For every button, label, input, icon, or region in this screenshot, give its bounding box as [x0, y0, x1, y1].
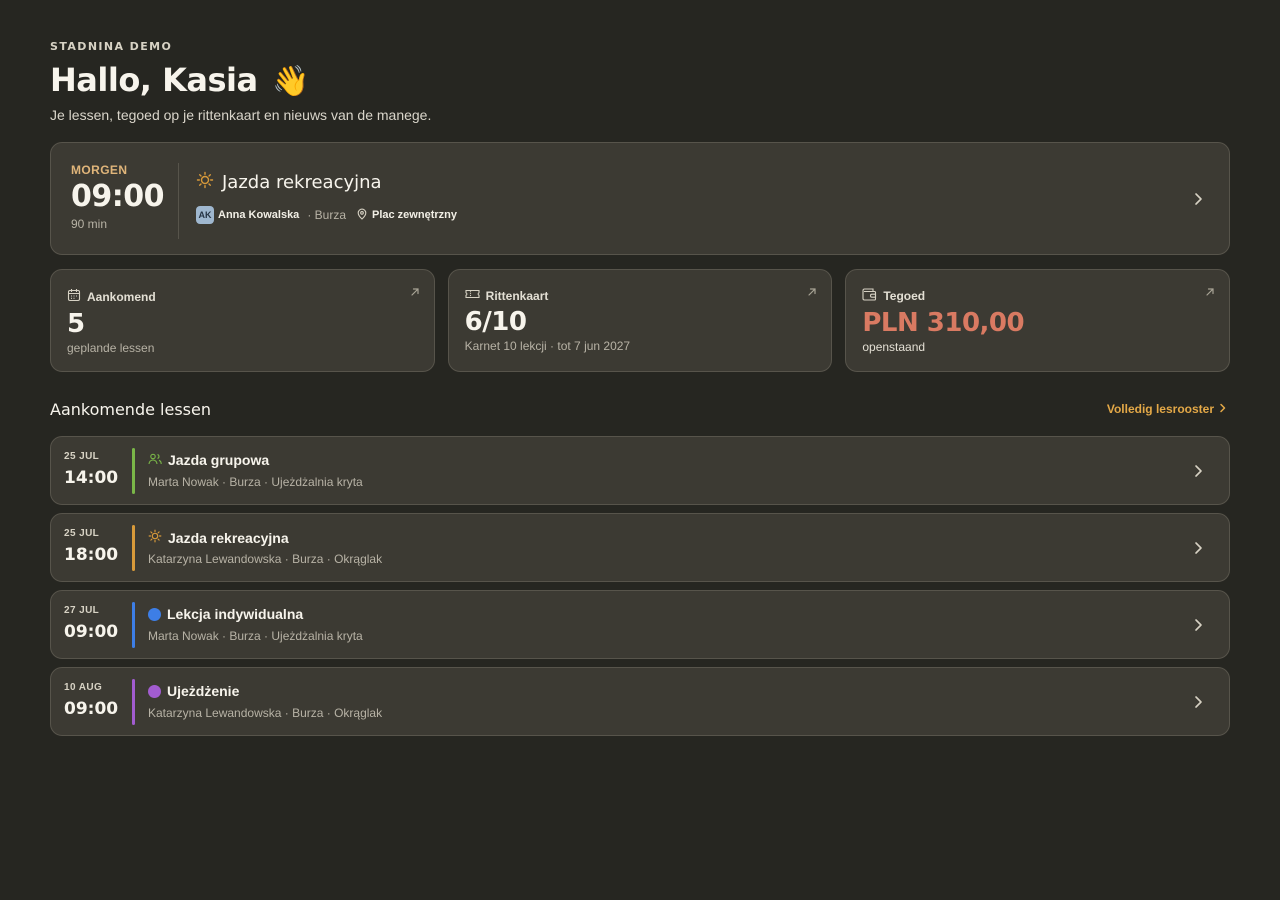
lesson-meta: Katarzyna Lewandowska · Burza · Okrąglak	[148, 706, 383, 720]
arrow-up-right-icon[interactable]	[807, 284, 817, 302]
stat-label: Tegoed	[883, 289, 926, 303]
arrow-up-right-icon[interactable]	[410, 284, 420, 302]
stat-label-row: Rittenkaart	[465, 288, 816, 303]
horse-name: · Burza	[307, 208, 346, 222]
stat-desc: geplande lessen	[67, 341, 155, 355]
stat-value: 6/10	[464, 307, 527, 337]
chevron-right-icon[interactable]	[1191, 192, 1205, 206]
lesson-title-row: Lekcja indywidualna	[148, 606, 303, 622]
sun-icon	[196, 171, 214, 194]
lesson-color-bar	[132, 602, 135, 648]
purple-dot-icon	[148, 684, 161, 698]
lesson-title-row: Ujeżdżenie	[148, 683, 239, 699]
location-name: Plac zewnętrzny	[372, 209, 457, 221]
next-lesson-title: Jazda rekreacyjna	[222, 172, 382, 193]
instructor-name: Anna Kowalska	[218, 209, 300, 221]
chevron-right-icon[interactable]	[1191, 618, 1205, 632]
next-lesson-duration: 90 min	[71, 217, 108, 231]
stat-label: Rittenkaart	[485, 288, 549, 303]
lesson-list: 25 JUL 14:00 Jazda grupowa Marta Nowak ·…	[50, 436, 1230, 744]
lesson-title: Jazda grupowa	[168, 452, 270, 468]
avatar: AK	[196, 206, 214, 224]
list-item[interactable]: 10 AUG 09:00 Ujeżdżenie Katarzyna Lewand…	[50, 667, 1230, 736]
chevron-right-icon[interactable]	[1191, 541, 1205, 555]
chevron-right-icon[interactable]	[1191, 695, 1205, 709]
lesson-color-bar	[132, 448, 135, 494]
lesson-title: Jazda rekreacyjna	[168, 529, 289, 546]
lesson-date: 25 JUL	[64, 528, 100, 539]
list-item[interactable]: 25 JUL 18:00 Jazda rekreacyjna Katarzyna…	[50, 513, 1230, 582]
stat-label-row: Aankomend	[67, 288, 418, 305]
chevron-right-icon	[1219, 402, 1226, 416]
stat-value: 5	[67, 309, 85, 339]
list-item[interactable]: 27 JUL 09:00 Lekcja indywidualna Marta N…	[50, 590, 1230, 659]
list-item[interactable]: 25 JUL 14:00 Jazda grupowa Marta Nowak ·…	[50, 436, 1230, 505]
page-subtitle: Je lessen, tegoed op je rittenkaart en n…	[50, 107, 432, 123]
wave-emoji: 👋	[272, 64, 310, 99]
lesson-title-row: Jazda grupowa	[148, 452, 269, 468]
lesson-time: 09:00	[64, 622, 119, 642]
stat-desc: openstaand	[862, 340, 926, 354]
next-lesson-info: Jazda rekreacyjna AK Anna Kowalska · Bur…	[196, 171, 457, 224]
blue-dot-icon	[148, 607, 161, 621]
dashboard: STADNINA DEMO Hallo, Kasia 👋 Je lessen, …	[50, 40, 1231, 736]
next-lesson-time: 09:00	[71, 179, 165, 214]
page-title: Hallo, Kasia 👋	[50, 59, 1230, 101]
lesson-time: 09:00	[64, 699, 119, 719]
lesson-title: Lekcja indywidualna	[167, 606, 304, 622]
lesson-color-bar	[132, 525, 135, 571]
next-lesson-title-row: Jazda rekreacyjna	[196, 171, 457, 194]
group-icon	[148, 452, 162, 468]
stat-label: Aankomend	[87, 289, 156, 304]
next-lesson-meta: AK Anna Kowalska · Burza Plac zewnętrzny	[196, 206, 457, 224]
arrow-up-right-icon[interactable]	[1205, 284, 1215, 302]
full-schedule-label: Volledig lesrooster	[1106, 402, 1214, 416]
calendar-icon	[67, 288, 81, 305]
wallet-icon	[862, 288, 877, 304]
lesson-color-bar	[132, 679, 135, 725]
stat-label-row: Tegoed	[862, 288, 1213, 304]
full-schedule-link[interactable]: Volledig lesrooster	[1107, 402, 1226, 416]
lesson-title: Ujeżdżenie	[167, 683, 240, 699]
upcoming-header: Aankomende lessen Volledig lesrooster	[50, 400, 1230, 420]
stat-desc: Karnet 10 lekcji · tot 7 jun 2027	[464, 339, 631, 353]
lesson-meta: Marta Nowak · Burza · Ujeżdżalnia kryta	[148, 475, 363, 489]
location: Plac zewnętrzny	[356, 208, 457, 223]
stat-balance-card[interactable]: Tegoed PLN 310,00 openstaand	[845, 269, 1231, 372]
stat-ridecard-card[interactable]: Rittenkaart 6/10 Karnet 10 lekcji · tot …	[447, 269, 833, 372]
lesson-date: 25 JUL	[64, 451, 100, 462]
stat-value: PLN 310,00	[862, 308, 1025, 338]
lesson-meta: Marta Nowak · Burza · Ujeżdżalnia kryta	[148, 629, 363, 643]
next-lesson-card[interactable]: MORGEN 09:00 90 min Jazda rekreacyjna AK…	[50, 142, 1230, 255]
lesson-meta: Katarzyna Lewandowska · Burza · Okrąglak	[148, 552, 383, 566]
next-lesson-time-block: MORGEN 09:00 90 min	[71, 163, 179, 239]
greeting: Hallo, Kasia	[50, 61, 258, 99]
lesson-title-row: Jazda rekreacyjna	[148, 529, 289, 546]
stats-row: Aankomend 5 geplande lessen Rittenkaart …	[50, 269, 1231, 372]
section-title: Aankomende lessen	[50, 400, 211, 419]
stat-upcoming-card[interactable]: Aankomend 5 geplande lessen	[50, 269, 435, 372]
app-name: STADNINA DEMO	[50, 40, 173, 53]
next-lesson-day: MORGEN	[71, 163, 128, 177]
sun-icon	[148, 529, 162, 546]
lesson-time: 14:00	[64, 468, 119, 488]
chevron-right-icon[interactable]	[1191, 464, 1205, 478]
ticket-icon	[465, 288, 480, 303]
lesson-time: 18:00	[64, 545, 119, 565]
lesson-date: 10 AUG	[64, 682, 103, 693]
map-pin-icon	[356, 208, 368, 223]
lesson-date: 27 JUL	[64, 605, 100, 616]
